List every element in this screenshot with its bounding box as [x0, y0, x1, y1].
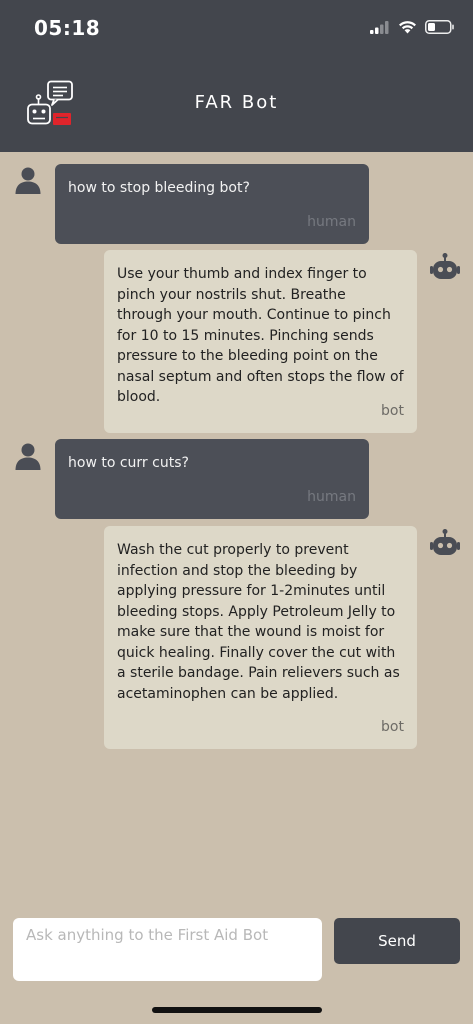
status-icons [370, 20, 455, 34]
status-time: 05:18 [34, 16, 101, 40]
sender-label: bot [381, 402, 404, 419]
message-text: how to curr cuts? [68, 455, 189, 471]
page-title: FAR Bot [194, 92, 279, 113]
chat-area[interactable]: how to stop bleeding bot? human Use your… [0, 152, 473, 912]
bot-avatar-icon [430, 253, 460, 279]
sender-label: human [307, 213, 356, 230]
message-bubble-bot: Use your thumb and index finger to pinch… [104, 250, 417, 433]
sender-label: bot [381, 718, 404, 735]
message-bubble-human: how to curr cuts? human [55, 439, 369, 519]
home-indicator[interactable] [152, 1007, 322, 1013]
wifi-icon [399, 21, 416, 34]
bot-avatar-icon [430, 529, 460, 555]
user-avatar-icon [15, 167, 41, 194]
sender-label: human [307, 488, 356, 505]
send-button[interactable]: Send [334, 918, 460, 964]
user-avatar-icon [15, 443, 41, 470]
message-text: how to stop bleeding bot? [68, 180, 250, 196]
battery-icon [425, 20, 454, 34]
message-bubble-human: how to stop bleeding bot? human [55, 164, 369, 244]
message-text: Use your thumb and index finger to pinch… [117, 266, 404, 405]
app-header: 05:18 FAR Bot [0, 0, 473, 152]
message-input[interactable] [13, 918, 322, 981]
message-bubble-bot: Wash the cut properly to prevent infecti… [104, 526, 417, 749]
message-text: Wash the cut properly to prevent infecti… [117, 542, 400, 702]
cellular-signal-icon [370, 20, 389, 34]
